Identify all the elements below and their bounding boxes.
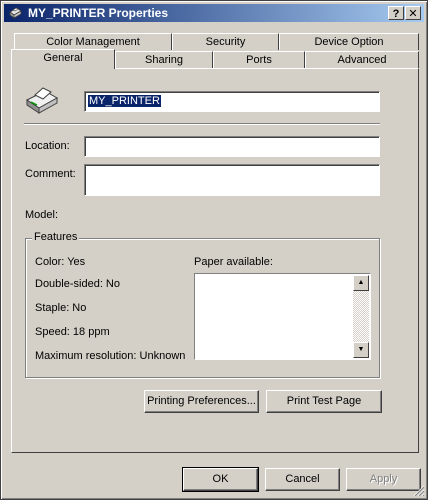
apply-button[interactable]: Apply [346,468,421,491]
properties-window: MY_PRINTER Properties ? ✕ Color Manageme… [0,0,428,500]
feature-color: Color: Yes [35,256,86,268]
tab-general[interactable]: General [11,49,115,69]
paper-available-label: Paper available: [194,256,273,268]
tab-ports[interactable]: Ports [213,51,305,68]
close-button[interactable]: ✕ [405,6,421,20]
print-test-page-button[interactable]: Print Test Page [266,390,382,413]
feature-speed: Speed: 18 ppm [35,326,110,338]
printer-icon [26,87,59,114]
features-title: Features [32,231,80,243]
title-bar[interactable]: MY_PRINTER Properties ? ✕ [4,4,424,22]
help-button[interactable]: ? [388,6,404,20]
model-label: Model: [25,209,59,221]
scroll-track[interactable] [353,291,369,342]
general-tab-panel: MY_PRINTER Location: Comment: Model: Fea… [11,68,419,453]
feature-staple: Staple: No [35,302,87,314]
location-label: Location: [25,140,70,152]
separator [24,123,380,125]
scroll-down-button[interactable]: ▼ [353,342,369,358]
cancel-button[interactable]: Cancel [265,468,340,491]
ok-button[interactable]: OK [182,467,259,492]
feature-max-resolution: Maximum resolution: Unknown [35,350,186,362]
close-icon: ✕ [408,8,418,20]
paper-available-list[interactable]: ▲ ▼ [194,273,371,360]
printer-name-field[interactable]: MY_PRINTER [84,91,380,112]
printer-name-text: MY_PRINTER [88,95,161,107]
printer-icon [9,7,22,19]
arrow-up-icon: ▲ [357,279,365,286]
tab-advanced[interactable]: Advanced [305,51,419,68]
feature-double-sided: Double-sided: No [35,278,120,290]
tab-sharing[interactable]: Sharing [115,51,213,68]
arrow-down-icon: ▼ [357,346,365,353]
scroll-up-button[interactable]: ▲ [353,275,369,291]
comment-label: Comment: [25,168,76,180]
window-title: MY_PRINTER Properties [28,6,169,20]
tab-color-management[interactable]: Color Management [14,33,172,50]
comment-field[interactable] [84,164,380,196]
printing-preferences-button[interactable]: Printing Preferences... [144,390,259,413]
resize-grip-icon[interactable] [413,485,425,497]
location-field[interactable] [84,136,380,157]
tab-device-option[interactable]: Device Option [279,33,419,50]
tab-security[interactable]: Security [172,33,279,50]
